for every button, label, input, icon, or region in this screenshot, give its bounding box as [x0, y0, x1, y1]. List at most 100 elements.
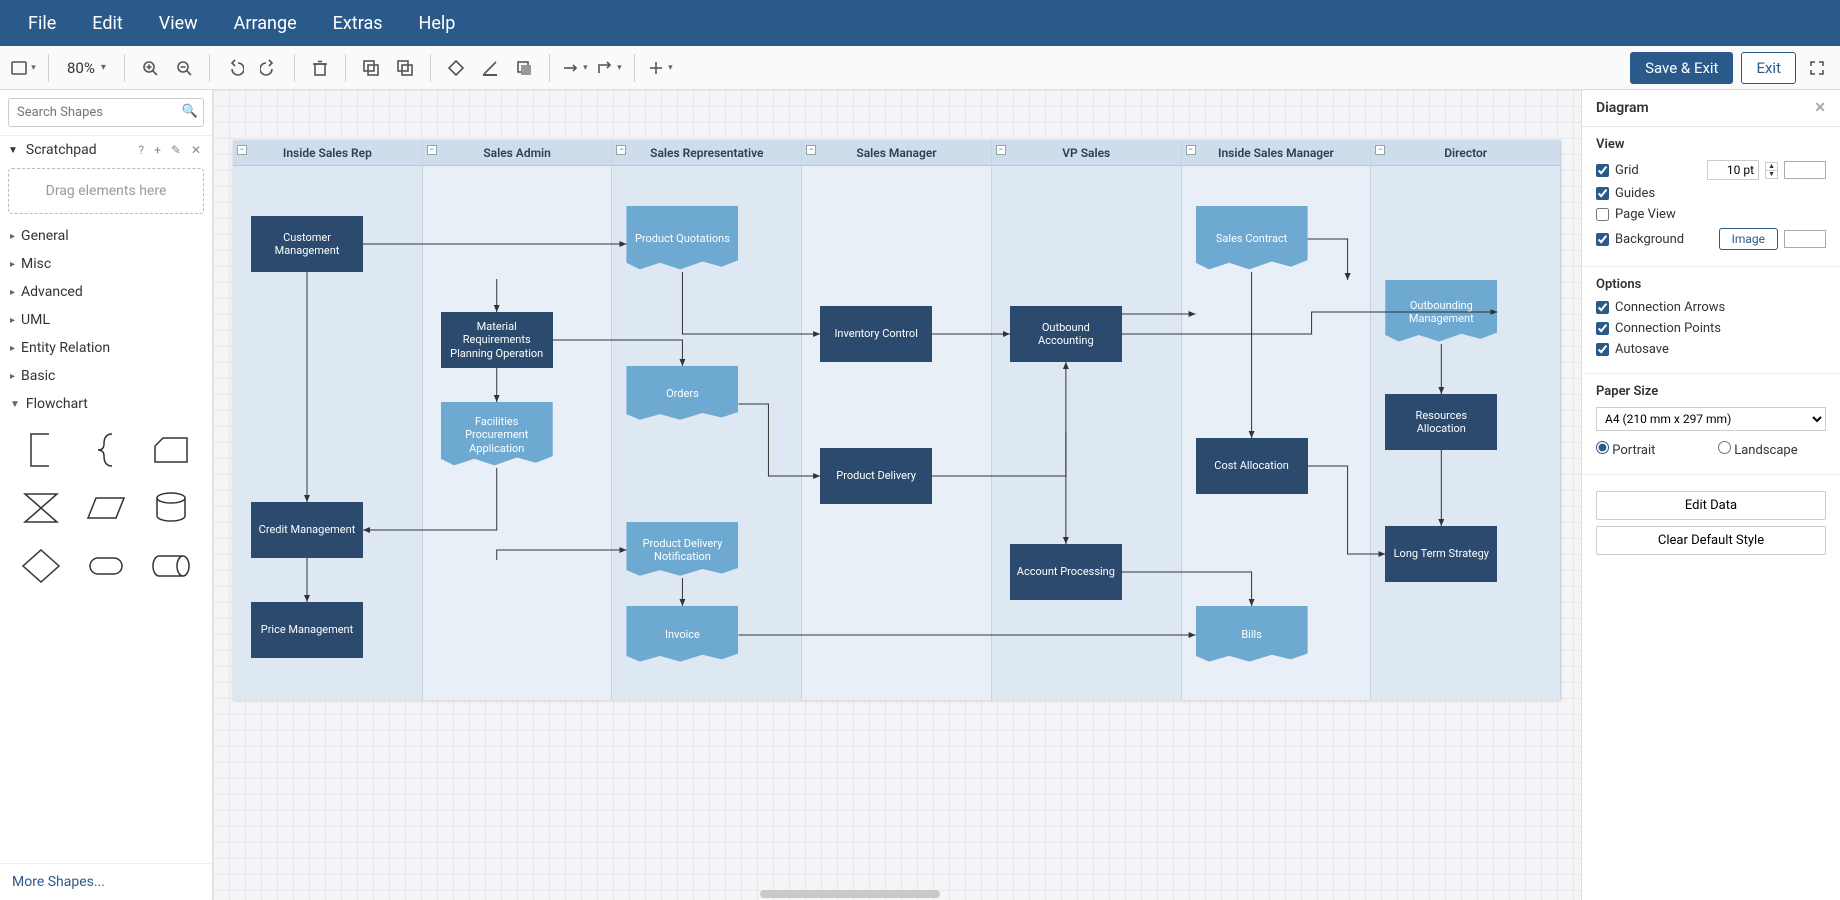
pageview-checkbox[interactable] — [1596, 208, 1609, 221]
exit-button[interactable]: Exit — [1741, 52, 1796, 84]
scratchpad-edit-icon[interactable]: ✎ — [168, 143, 184, 157]
category-general[interactable]: ▸General — [0, 222, 212, 250]
shape-card[interactable] — [143, 426, 198, 474]
lane-collapse-icon[interactable]: − — [1186, 145, 1196, 155]
diagram-node[interactable]: Product Quotations — [626, 206, 738, 272]
diagram-node[interactable]: Bills — [1196, 606, 1308, 664]
diagram-node[interactable]: Orders — [626, 366, 738, 422]
menu-edit[interactable]: Edit — [74, 3, 140, 44]
menu-view[interactable]: View — [141, 3, 216, 44]
background-color-swatch[interactable] — [1784, 230, 1826, 248]
search-input[interactable] — [8, 98, 204, 127]
diagram-node[interactable]: Resources Allocation — [1385, 394, 1497, 450]
orientation-landscape[interactable]: Landscape — [1718, 441, 1826, 458]
category-uml[interactable]: ▸UML — [0, 306, 212, 334]
undo-button[interactable] — [222, 55, 248, 81]
lane[interactable]: −Inside Sales ManagerSales ContractCost … — [1182, 140, 1372, 700]
lane-collapse-icon[interactable]: − — [427, 145, 437, 155]
diagram-node[interactable]: Sales Contract — [1196, 206, 1308, 272]
line-color-button[interactable] — [477, 55, 503, 81]
diagram-node[interactable]: Material Requirements Planning Operation — [441, 312, 553, 368]
diagram-node[interactable]: Invoice — [626, 606, 738, 664]
scratchpad-header[interactable]: ▼ Scratchpad ? + ✎ ✕ — [0, 136, 212, 164]
lane[interactable]: −Sales AdminMaterial Requirements Planni… — [423, 140, 613, 700]
menu-file[interactable]: File — [10, 3, 74, 44]
conn-arrows-checkbox[interactable] — [1596, 301, 1609, 314]
diagram-node[interactable]: Account Processing — [1010, 544, 1122, 600]
category-misc[interactable]: ▸Misc — [0, 250, 212, 278]
shape-database[interactable] — [143, 484, 198, 532]
background-image-button[interactable]: Image — [1719, 228, 1778, 250]
edit-data-button[interactable]: Edit Data — [1596, 491, 1826, 520]
menu-extras[interactable]: Extras — [315, 3, 401, 44]
category-advanced[interactable]: ▸Advanced — [0, 278, 212, 306]
category-flowchart[interactable]: ▼Flowchart — [0, 390, 212, 418]
shape-collate[interactable] — [14, 484, 69, 532]
lane[interactable]: −DirectorOutbounding ManagementResources… — [1371, 140, 1561, 700]
waypoint-style-button[interactable] — [596, 55, 622, 81]
guides-checkbox[interactable] — [1596, 187, 1609, 200]
diagram-node[interactable]: Product Delivery Notification — [626, 522, 738, 578]
lane[interactable]: −Sales RepresentativeProduct QuotationsO… — [612, 140, 802, 700]
diagram-node[interactable]: Product Delivery — [820, 448, 932, 504]
close-icon[interactable]: ✕ — [1814, 100, 1826, 116]
fullscreen-button[interactable] — [1804, 55, 1830, 81]
zoom-level[interactable]: 80%▾ — [61, 59, 112, 77]
diagram-node[interactable]: Long Term Strategy — [1385, 526, 1497, 582]
more-shapes-link[interactable]: More Shapes... — [0, 863, 212, 900]
shape-terminator[interactable] — [79, 542, 134, 590]
autosave-checkbox[interactable] — [1596, 343, 1609, 356]
grid-color-swatch[interactable] — [1784, 161, 1826, 179]
lane[interactable]: −VP SalesOutbound AccountingAccount Proc… — [992, 140, 1182, 700]
to-front-button[interactable] — [358, 55, 384, 81]
lane-collapse-icon[interactable]: − — [1375, 145, 1385, 155]
shape-decision[interactable] — [14, 542, 69, 590]
lane[interactable]: −Sales ManagerInventory ControlProduct D… — [802, 140, 992, 700]
scratchpad-help-icon[interactable]: ? — [135, 143, 147, 157]
shadow-button[interactable] — [511, 55, 537, 81]
diagram-node[interactable]: Price Management — [251, 602, 363, 658]
grid-size-input[interactable] — [1707, 160, 1759, 180]
conn-points-checkbox[interactable] — [1596, 322, 1609, 335]
grid-step-up[interactable]: ▲ — [1766, 163, 1777, 170]
lane-collapse-icon[interactable]: − — [237, 145, 247, 155]
shape-brace[interactable] — [79, 426, 134, 474]
scratchpad-dropzone[interactable]: Drag elements here — [8, 168, 204, 214]
zoom-in-button[interactable] — [137, 55, 163, 81]
delete-button[interactable] — [307, 55, 333, 81]
diagram-node[interactable]: Credit Management — [251, 502, 363, 558]
paper-size-select[interactable]: A4 (210 mm x 297 mm) — [1596, 407, 1826, 431]
lane-collapse-icon[interactable]: − — [806, 145, 816, 155]
fill-color-button[interactable] — [443, 55, 469, 81]
diagram-node[interactable]: Facilities Procurement Application — [441, 402, 553, 468]
lane-collapse-icon[interactable]: − — [996, 145, 1006, 155]
clear-style-button[interactable]: Clear Default Style — [1596, 526, 1826, 555]
orientation-portrait[interactable]: Portrait — [1596, 441, 1704, 458]
scratchpad-close-icon[interactable]: ✕ — [188, 143, 204, 157]
horizontal-scrollbar[interactable] — [760, 890, 940, 898]
diagram-node[interactable]: Outbounding Management — [1385, 280, 1497, 344]
connection-style-button[interactable] — [562, 55, 588, 81]
grid-step-down[interactable]: ▼ — [1766, 170, 1777, 178]
view-mode-button[interactable] — [10, 55, 36, 81]
category-basic[interactable]: ▸Basic — [0, 362, 212, 390]
shape-data[interactable] — [79, 484, 134, 532]
scratchpad-add-icon[interactable]: + — [151, 143, 164, 157]
diagram-node[interactable]: Inventory Control — [820, 306, 932, 362]
shape-direct-data[interactable] — [143, 542, 198, 590]
diagram-node[interactable]: Cost Allocation — [1196, 438, 1308, 494]
background-checkbox[interactable] — [1596, 233, 1609, 246]
swimlane-container[interactable]: −Inside Sales RepCustomer ManagementCred… — [233, 140, 1561, 700]
to-back-button[interactable] — [392, 55, 418, 81]
zoom-out-button[interactable] — [171, 55, 197, 81]
lane[interactable]: −Inside Sales RepCustomer ManagementCred… — [233, 140, 423, 700]
insert-button[interactable] — [647, 55, 673, 81]
redo-button[interactable] — [256, 55, 282, 81]
diagram-node[interactable]: Outbound Accounting — [1010, 306, 1122, 362]
lane-collapse-icon[interactable]: − — [616, 145, 626, 155]
grid-checkbox[interactable] — [1596, 164, 1609, 177]
diagram-node[interactable]: Customer Management — [251, 216, 363, 272]
canvas[interactable]: ⋮ −Inside Sales RepCustomer ManagementCr… — [213, 90, 1582, 900]
shape-annotation[interactable] — [14, 426, 69, 474]
menu-arrange[interactable]: Arrange — [216, 3, 315, 44]
